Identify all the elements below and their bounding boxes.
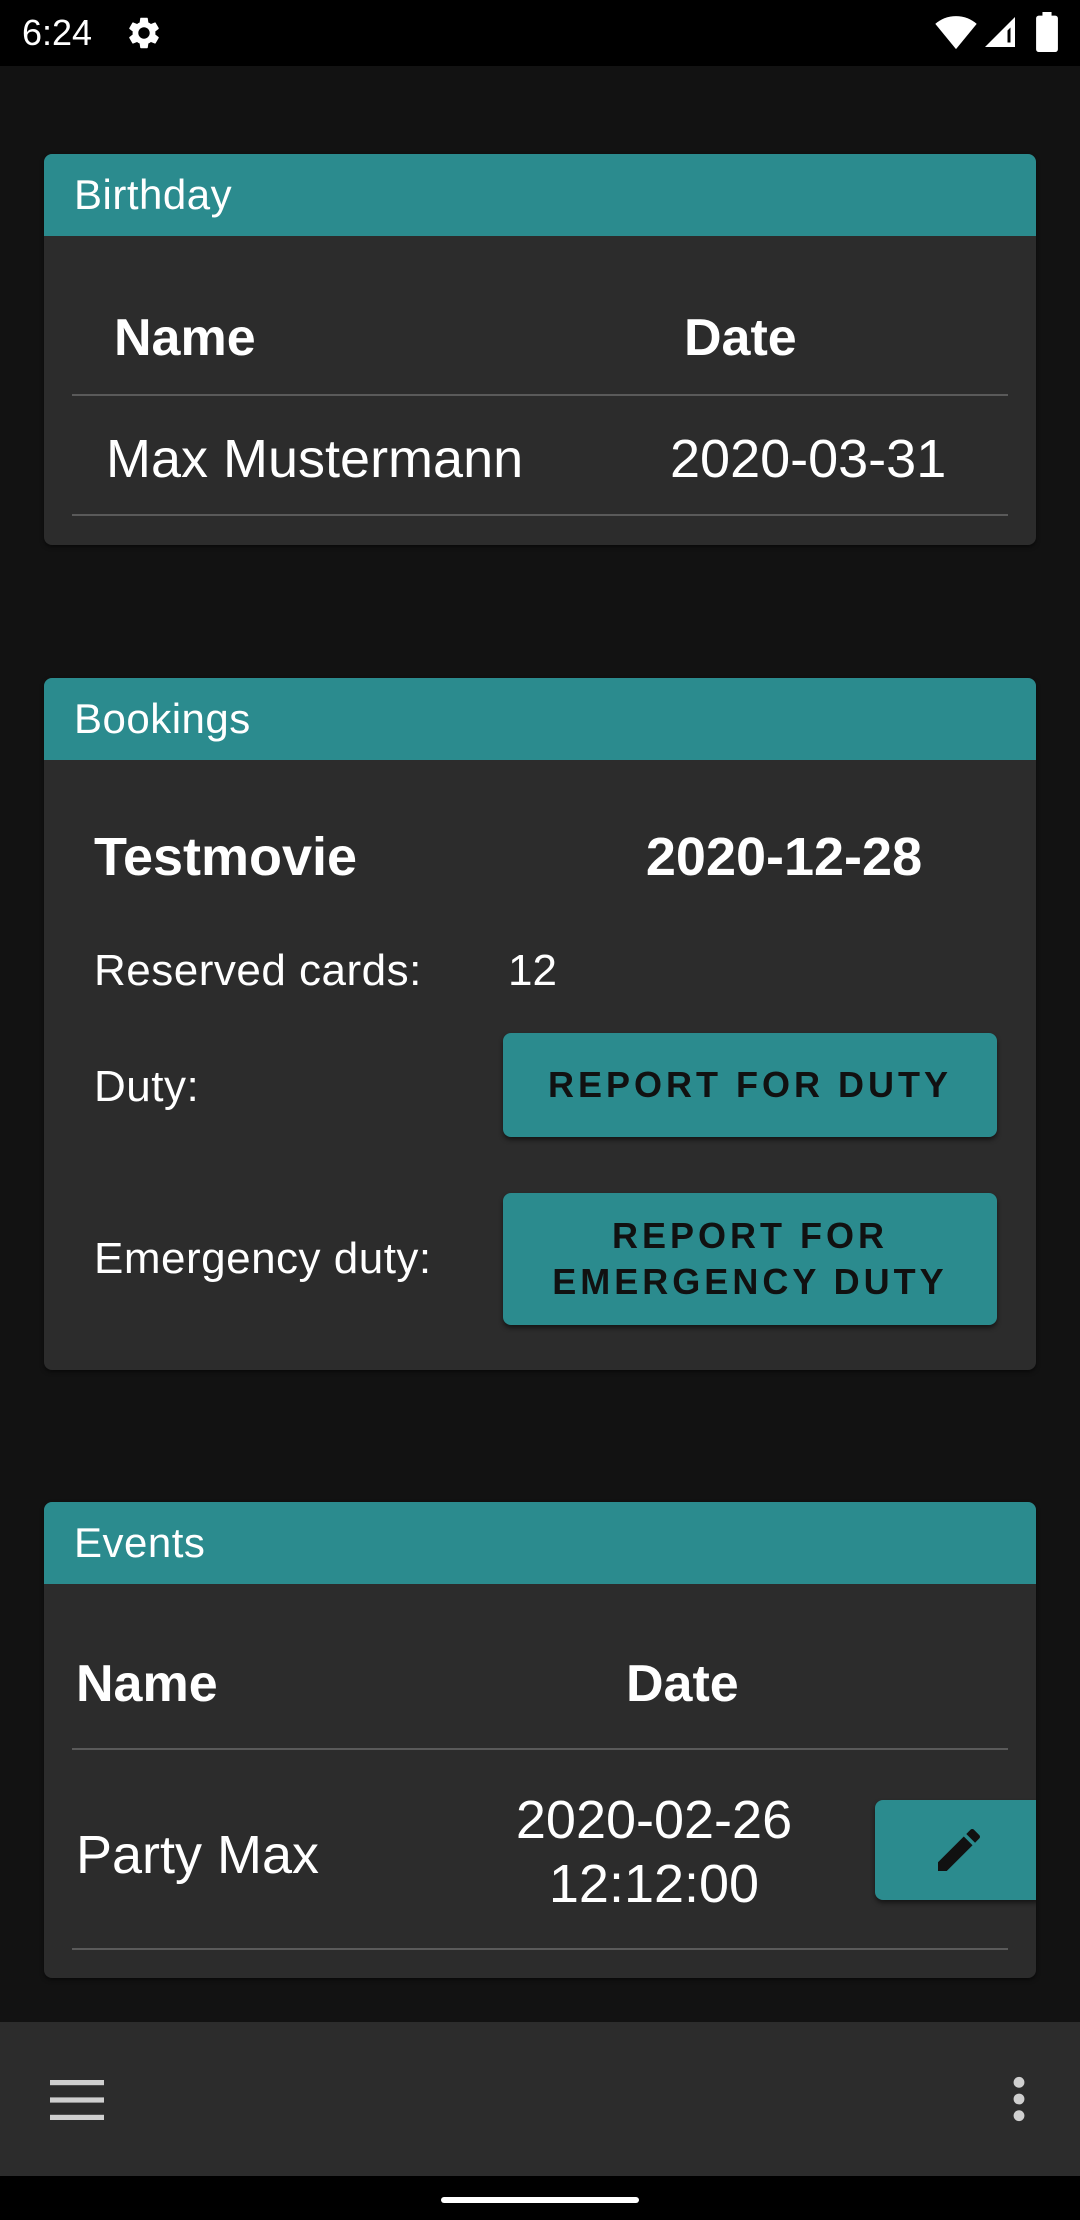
events-card-title: Events: [44, 1502, 1036, 1584]
events-date-header: Date: [626, 1655, 739, 1713]
events-card: Events Name Date Party Max 2020-02-26 12…: [44, 1502, 1036, 1978]
divider: [72, 1748, 1008, 1750]
birthday-card-title: Birthday: [44, 154, 1036, 236]
emergency-button-line2: EMERGENCY DUTY: [552, 1261, 948, 1302]
status-bar: 6:24: [0, 0, 1080, 66]
birthday-row-name: Max Mustermann: [106, 429, 524, 489]
report-for-emergency-duty-button[interactable]: REPORT FOR EMERGENCY DUTY: [503, 1193, 997, 1325]
reserved-cards-label: Reserved cards:: [94, 946, 422, 995]
birthday-card: Birthday Name Date Max Mustermann 2020-0…: [44, 154, 1036, 545]
birthday-date-header: Date: [684, 309, 797, 367]
booking-movie-title: Testmovie: [94, 827, 358, 887]
edit-icon: [938, 1828, 981, 1871]
more-vert-icon[interactable]: [1004, 2074, 1034, 2124]
divider: [72, 1948, 1008, 1950]
menu-icon[interactable]: [50, 2080, 104, 2120]
divider: [72, 394, 1008, 396]
bookings-card-title: Bookings: [44, 678, 1036, 760]
birthday-row-date: 2020-03-31: [670, 429, 947, 489]
report-for-duty-button[interactable]: REPORT FOR DUTY: [503, 1033, 997, 1137]
status-time: 6:24: [22, 12, 93, 53]
battery-icon: [1036, 12, 1058, 52]
event-row-datetime: 2020-02-26 12:12:00: [514, 1788, 794, 1916]
screen: 6:24 Birthday Name Date Max Mustermann 2…: [0, 0, 1080, 2220]
event-row-name: Party Max: [76, 1825, 320, 1885]
wifi-icon: [935, 16, 977, 50]
booking-date: 2020-12-28: [645, 827, 923, 887]
birthday-name-header: Name: [114, 309, 256, 367]
event-row-time: 12:12:00: [548, 1854, 760, 1914]
duty-label: Duty:: [94, 1062, 200, 1111]
event-row-date: 2020-02-26: [515, 1790, 793, 1850]
bookings-card: Bookings Testmovie 2020-12-28 Reserved c…: [44, 678, 1036, 1370]
events-name-header: Name: [76, 1655, 218, 1713]
report-for-duty-label: REPORT FOR DUTY: [547, 1064, 952, 1105]
divider: [72, 514, 1008, 516]
signal-icon: [985, 17, 1015, 47]
emergency-button-line1: REPORT FOR: [611, 1215, 888, 1256]
emergency-duty-label: Emergency duty:: [94, 1234, 432, 1283]
home-gesture-handle[interactable]: [441, 2197, 639, 2203]
edit-event-button[interactable]: [875, 1800, 1036, 1900]
gear-icon: [129, 17, 159, 49]
reserved-cards-value: 12: [508, 946, 557, 995]
bottom-app-bar: [0, 2022, 1080, 2176]
